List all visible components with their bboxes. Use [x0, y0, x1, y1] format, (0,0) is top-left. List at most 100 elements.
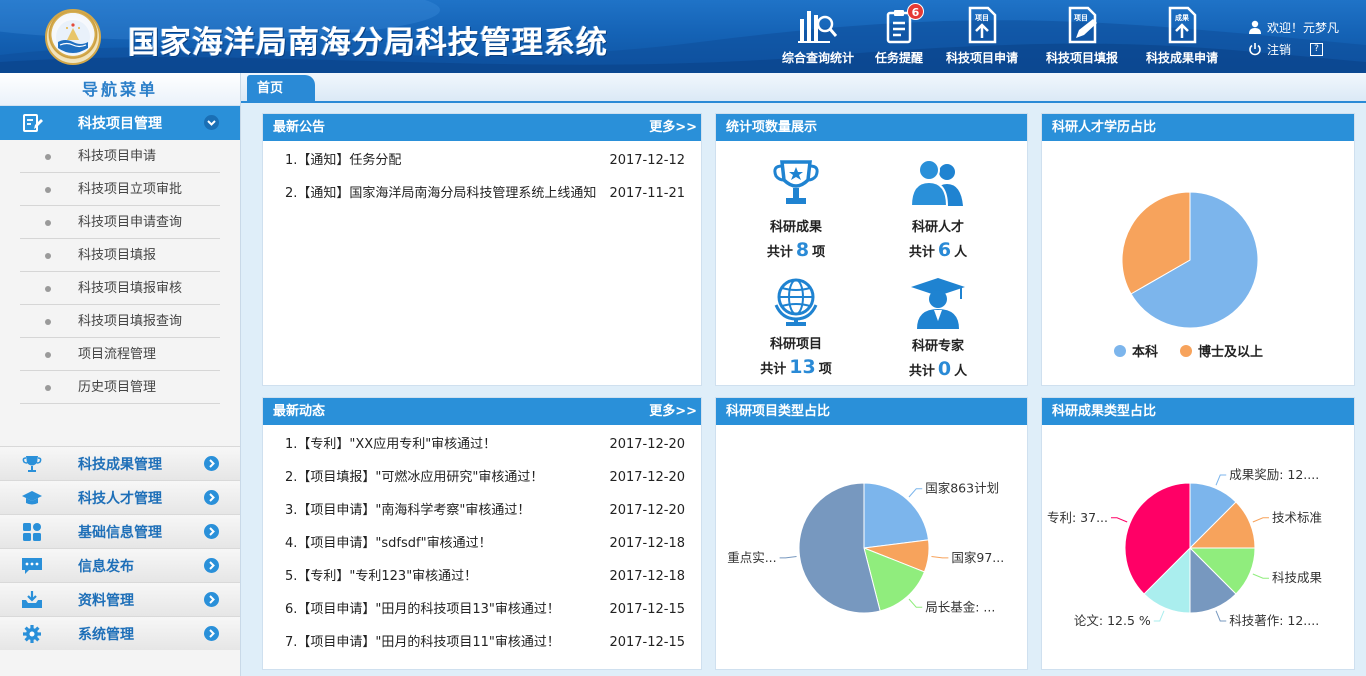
stat-name: 科研专家 — [911, 339, 964, 354]
activity-item[interactable]: 4.【项目申请】"sdfsdf"审核通过！ 2017-12-18 — [285, 530, 685, 563]
pie-connector — [908, 488, 923, 498]
stat-number: 13 — [789, 356, 816, 378]
pie-label: 科技成果 — [1272, 570, 1323, 585]
stat-count: 共计 0 人 — [868, 358, 1008, 380]
help-button[interactable]: ? — [1310, 42, 1324, 56]
activity-item[interactable]: 3.【项目申请】"南海科学考察"审核通过！ 2017-12-20 — [285, 497, 685, 530]
stat-unit: 人 — [954, 364, 968, 379]
task-reminder-button[interactable]: 6 任务提醒 — [868, 3, 930, 69]
bullet-icon — [45, 154, 51, 160]
activity-title: 最新动态 — [273, 404, 326, 419]
nav-group-info-publish[interactable]: 信息发布 — [0, 548, 240, 582]
submenu-item-fill-query[interactable]: 科技项目填报查询 — [20, 305, 220, 338]
activity-item[interactable]: 1.【专利】"XX应用专利"审核通过！ 2017-12-20 — [285, 431, 685, 464]
project-fill-button[interactable]: 项目 科技项目填报 — [1040, 5, 1124, 69]
stat-name: 科研人才 — [911, 220, 964, 235]
submenu-label: 科技项目申请 — [78, 149, 157, 164]
welcome-text: 欢迎！元梦凡 — [1267, 20, 1340, 35]
stat-number: 8 — [795, 239, 810, 261]
query-stats-button[interactable]: 综合查询统计 — [778, 5, 858, 69]
result-apply-label: 科技成果申请 — [1145, 51, 1218, 65]
activity-item-date: 2017-12-15 — [609, 635, 685, 650]
user-area: 欢迎！元梦凡 注销 ? — [1248, 16, 1363, 60]
notice-more-link[interactable]: 更多>> — [649, 114, 697, 141]
chevron-right-icon — [204, 524, 219, 539]
chevron-right-icon — [204, 456, 219, 471]
edu-legend: 本科 博士及以上 — [1114, 341, 1263, 360]
submenu-item-flow-management[interactable]: 项目流程管理 — [20, 338, 220, 371]
activity-item-date: 2017-12-18 — [609, 536, 685, 551]
pie-label: 技术标准 — [1272, 510, 1322, 525]
submenu-item-project-approval[interactable]: 科技项目立项审批 — [20, 173, 220, 206]
project-apply-label: 科技项目申请 — [945, 51, 1018, 65]
activity-item-text: 7.【项目申请】"田月的科技项目11"审核通过！ — [285, 635, 560, 650]
trophy-icon — [773, 160, 819, 204]
result-type-chart-header: 科研成果类型占比 — [1042, 398, 1354, 425]
submenu-item-project-fill[interactable]: 科技项目填报 — [20, 239, 220, 272]
nav-group-label: 科技成果管理 — [78, 456, 162, 473]
legend-swatch — [1180, 344, 1193, 357]
stat-talents[interactable]: 科研人才 共计 6 人 — [868, 158, 1008, 261]
chat-icon — [22, 558, 42, 574]
activity-item[interactable]: 2.【项目填报】"可燃冰应用研究"审核通过！ 2017-12-20 — [285, 464, 685, 497]
submenu-item-history[interactable]: 历史项目管理 — [20, 371, 220, 404]
activity-item[interactable]: 7.【项目申请】"田月的科技项目11"审核通过！ 2017-12-15 — [285, 629, 685, 662]
pie-label: 国家863计划 — [925, 481, 999, 496]
stat-name: 科研成果 — [769, 220, 822, 235]
submenu-item-project-apply[interactable]: 科技项目申请 — [20, 140, 220, 173]
pie-slice[interactable] — [863, 482, 930, 549]
stat-results[interactable]: 科研成果 共计 8 项 — [726, 158, 866, 261]
pie-label: 成果奖励: 12.... — [1229, 467, 1319, 482]
task-reminder-label: 任务提醒 — [874, 51, 923, 65]
agency-logo — [45, 9, 101, 65]
activity-panel-header: 最新动态 更多>> — [263, 398, 701, 425]
legend-label[interactable]: 本科 — [1132, 341, 1158, 360]
result-apply-button[interactable]: 成果 科技成果申请 — [1140, 5, 1224, 69]
bullet-icon — [45, 220, 51, 226]
bullet-icon — [45, 286, 51, 292]
chevron-right-icon — [204, 592, 219, 607]
nav-group-system[interactable]: 系统管理 — [0, 616, 240, 650]
notice-item[interactable]: 2.【通知】国家海洋局南海分局科技管理系统上线通知 2017-11-21 — [285, 180, 685, 213]
nav-group-project-management[interactable]: 科技项目管理 — [0, 106, 240, 140]
pie-connector — [1215, 610, 1227, 622]
grid-icon — [23, 523, 41, 541]
tab-home[interactable]: 首页 — [247, 75, 315, 102]
submenu-item-apply-query[interactable]: 科技项目申请查询 — [20, 206, 220, 239]
nav-group-material[interactable]: 资料管理 — [0, 582, 240, 616]
stat-prefix: 共计 — [766, 245, 793, 260]
inbox-download-icon — [22, 591, 42, 608]
submenu-label: 科技项目立项审批 — [78, 182, 183, 197]
logout-link[interactable]: 注销 — [1267, 41, 1291, 58]
activity-more-link[interactable]: 更多>> — [649, 398, 697, 425]
user-icon — [1249, 20, 1261, 34]
tab-bar: 首页 — [241, 73, 1366, 103]
nav-group-result-management[interactable]: 科技成果管理 — [0, 446, 240, 480]
project-apply-button[interactable]: 项目 科技项目申请 — [940, 5, 1024, 69]
logout-row: 注销 ? — [1248, 38, 1363, 60]
trophy-icon — [22, 456, 42, 472]
submenu-label: 科技项目填报审核 — [78, 281, 183, 296]
stat-prefix: 共计 — [760, 362, 787, 377]
stat-number: 0 — [937, 358, 952, 380]
legend-label[interactable]: 博士及以上 — [1198, 341, 1263, 360]
stat-experts[interactable]: 科研专家 共计 0 人 — [868, 277, 1008, 380]
pie-label: 局长基金: ... — [925, 599, 995, 614]
stat-name: 科研项目 — [769, 337, 822, 352]
notice-item-text: 2.【通知】国家海洋局南海分局科技管理系统上线通知 — [285, 186, 597, 201]
task-count-badge: 6 — [907, 3, 924, 20]
sidebar: 导航菜单 科技项目管理 科技项目申请 科技项目立项审批 科技项目申请查询 科技项… — [0, 73, 241, 676]
activity-item-date: 2017-12-18 — [609, 569, 685, 584]
submenu-item-fill-review[interactable]: 科技项目填报审核 — [20, 272, 220, 305]
nav-group-talent-management[interactable]: 科技人才管理 — [0, 480, 240, 514]
bullet-icon — [45, 352, 51, 358]
stat-projects[interactable]: 科研项目 共计 13 项 — [726, 275, 866, 378]
activity-item[interactable]: 5.【专利】"专利123"审核通过！ 2017-12-18 — [285, 563, 685, 596]
notice-item[interactable]: 1.【通知】任务分配 2017-12-12 — [285, 147, 685, 180]
activity-item-date: 2017-12-20 — [609, 470, 685, 485]
pie-label: 国家97... — [951, 550, 1004, 565]
pie-label: 重点实... — [727, 550, 776, 565]
nav-group-base-info[interactable]: 基础信息管理 — [0, 514, 240, 548]
activity-item[interactable]: 6.【项目申请】"田月的科技项目13"审核通过！ 2017-12-15 — [285, 596, 685, 629]
project-submenu: 科技项目申请 科技项目立项审批 科技项目申请查询 科技项目填报 科技项目填报审核… — [0, 140, 240, 446]
